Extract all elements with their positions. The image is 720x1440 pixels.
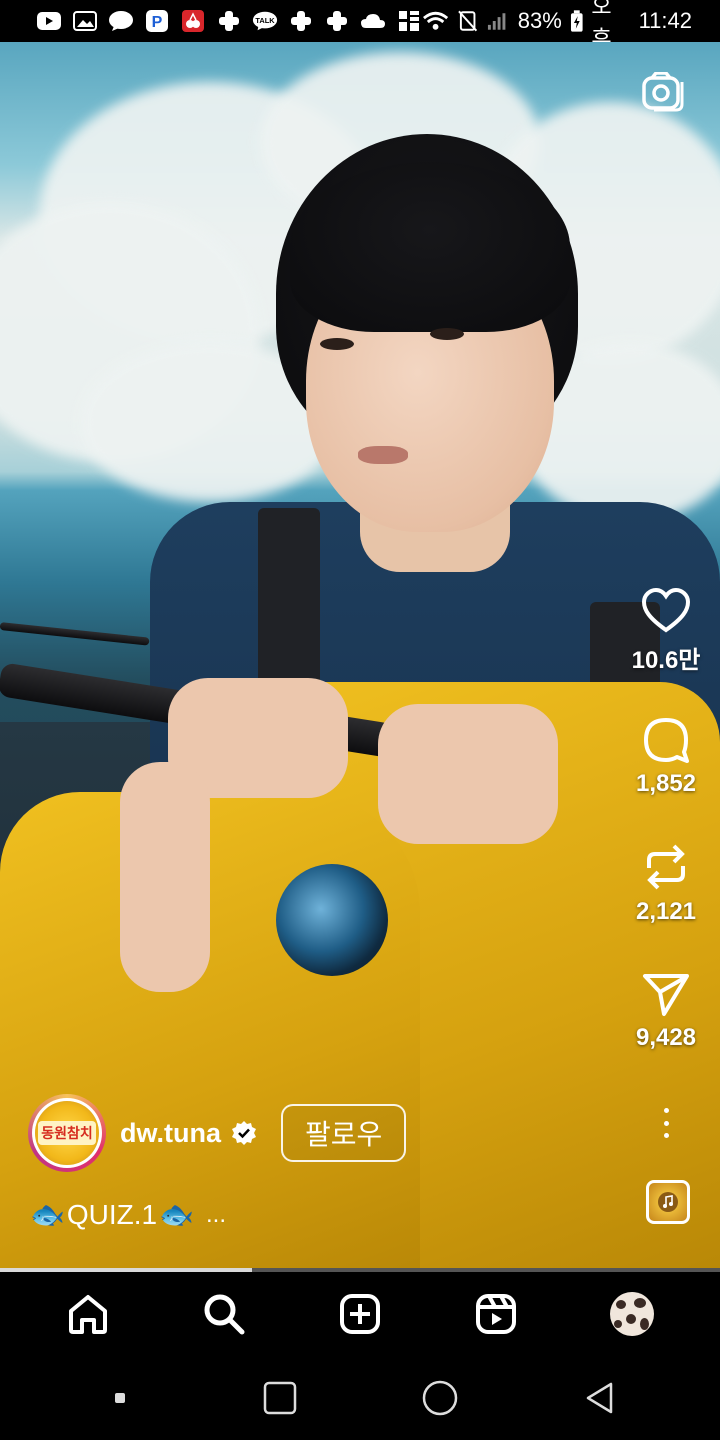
avatar-pattern [616, 1300, 626, 1309]
author-avatar[interactable]: 동원참치 [28, 1094, 106, 1172]
audio-thumbnail[interactable] [646, 1180, 690, 1224]
home-circle-icon [422, 1380, 458, 1416]
caption-more[interactable]: ... [206, 1201, 226, 1229]
gallery-icon [72, 10, 98, 32]
wifi-icon [423, 11, 449, 30]
recent-apps-icon [115, 1393, 125, 1403]
follow-button[interactable]: 팔로우 [281, 1104, 407, 1162]
avatar-pattern [626, 1314, 636, 1324]
avatar-border: 동원참치 [32, 1098, 102, 1168]
camera-icon [642, 71, 684, 112]
share-count: 9,428 [635, 1024, 697, 1051]
avatar-logo-text: 동원참치 [38, 1121, 96, 1145]
notification-icons: P TALK [36, 10, 422, 32]
hair-fringe [290, 162, 570, 332]
avatar-pattern [640, 1318, 649, 1330]
more-options-button[interactable] [660, 1108, 672, 1138]
cloud-icon [360, 10, 386, 32]
repost-count: 2,121 [635, 898, 697, 925]
fishing-reel [276, 864, 388, 976]
chat-bubble-icon [108, 10, 134, 32]
battery-percent: 83% [517, 8, 562, 33]
bottom-navigation [0, 1272, 720, 1356]
fish-emoji: 🐟 [30, 1199, 65, 1230]
share-action[interactable]: 9,428 [626, 972, 706, 1052]
svg-text:P: P [152, 14, 163, 31]
nav-search[interactable] [194, 1284, 254, 1344]
reel-video[interactable] [0, 42, 720, 1270]
comment-action[interactable]: 1,852 [626, 716, 706, 798]
send-icon [643, 974, 689, 1016]
repost-action[interactable]: 2,121 [626, 842, 706, 926]
recent-apps-button[interactable] [90, 1368, 150, 1428]
system-navigation [0, 1356, 720, 1440]
svg-text:TALK: TALK [255, 16, 275, 25]
comment-icon [644, 718, 689, 763]
search-icon [204, 1294, 245, 1335]
nav-create[interactable] [330, 1284, 390, 1344]
dongwon-logo: 동원참치 [35, 1101, 99, 1165]
nav-reels[interactable] [466, 1284, 526, 1344]
heart-icon [641, 588, 691, 633]
camera-button[interactable] [642, 71, 686, 112]
nav-home[interactable] [58, 1284, 118, 1344]
grid-app-icon [396, 10, 422, 32]
more-dot [663, 1120, 669, 1126]
right-hand [378, 704, 558, 844]
fish-emoji: 🐟 [159, 1199, 194, 1230]
left-eye [320, 338, 354, 350]
clock: 11:42 [638, 8, 692, 33]
fishing-rod-tip [0, 622, 150, 646]
battery-icon [570, 10, 583, 32]
plus-app-icon [324, 10, 350, 32]
verified-badge-icon [232, 1121, 256, 1145]
back-button[interactable] [570, 1368, 630, 1428]
nav-profile[interactable] [602, 1284, 662, 1344]
overview-button[interactable] [250, 1368, 310, 1428]
reels-icon [476, 1294, 516, 1334]
nfc-mute-icon [458, 10, 478, 32]
author-username[interactable]: dw.tuna [120, 1118, 221, 1149]
back-icon [586, 1382, 613, 1414]
reel-caption[interactable]: 🐟 QUIZ.1 🐟 ... [30, 1198, 226, 1231]
right-eye [430, 328, 464, 340]
plus-app-icon [288, 10, 314, 32]
like-count: 10.6만 [631, 647, 701, 674]
repost-icon [647, 844, 685, 890]
comment-count: 1,852 [635, 770, 697, 797]
youtube-icon [36, 10, 62, 32]
plus-app-icon [216, 10, 242, 32]
more-dot [663, 1108, 669, 1113]
home-icon [69, 1295, 107, 1334]
kakaotalk-icon: TALK [252, 10, 278, 32]
home-button[interactable] [410, 1368, 470, 1428]
mouth [358, 446, 408, 464]
p-app-icon: P [144, 10, 170, 32]
arm [120, 762, 210, 992]
overview-icon [263, 1381, 297, 1415]
profile-avatar [610, 1292, 654, 1336]
avatar-pattern [634, 1298, 646, 1308]
author-row: 동원참치 dw.tuna 팔로우 [28, 1094, 407, 1172]
avatar-pattern [614, 1320, 622, 1328]
create-icon [340, 1294, 380, 1334]
status-bar: P TALK 83% 오후 11:42 [0, 0, 720, 51]
cherry-app-icon [180, 10, 206, 32]
signal-icon [488, 13, 506, 30]
more-dot [663, 1133, 669, 1138]
caption-text: QUIZ.1 [66, 1198, 158, 1230]
like-action[interactable]: 10.6만 [626, 588, 706, 675]
music-note-icon [658, 1192, 678, 1212]
